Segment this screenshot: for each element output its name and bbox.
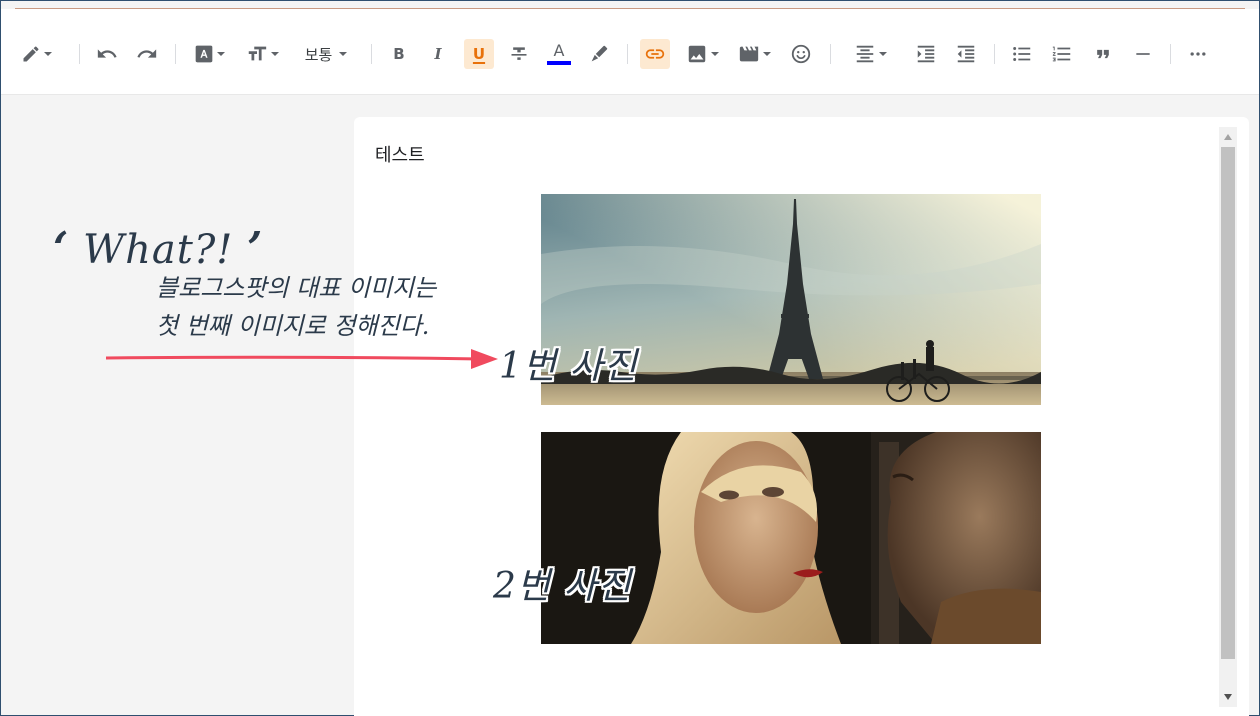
paragraph-style-dropdown[interactable]: 보통 <box>297 41 355 67</box>
post-editor-canvas[interactable]: 테스트 <box>354 117 1249 716</box>
undo-icon <box>96 43 118 65</box>
scroll-up-arrow-icon[interactable] <box>1224 134 1232 140</box>
align-button[interactable] <box>850 41 890 67</box>
toolbar-divider <box>1170 44 1171 64</box>
quote-icon <box>1093 44 1113 64</box>
horizontal-rule-button[interactable] <box>1130 41 1156 67</box>
paragraph-style-value: 보통 <box>304 45 333 64</box>
video-icon <box>738 43 760 65</box>
quote-button[interactable] <box>1090 41 1116 67</box>
bold-icon: B <box>393 45 405 63</box>
align-center-icon <box>854 43 876 65</box>
photo-label-2: 2번 사진 <box>493 566 632 607</box>
toolbar-divider <box>371 44 372 64</box>
strikethrough-button[interactable] <box>506 41 532 67</box>
close-quote-mark: ’ <box>247 223 264 274</box>
chevron-down-icon <box>710 52 719 56</box>
outdent-icon <box>955 43 977 65</box>
annotation-arrow-icon <box>106 349 498 369</box>
scrollbar-thumb[interactable] <box>1221 147 1235 659</box>
indent-button[interactable] <box>913 41 939 67</box>
chevron-down-icon <box>339 52 348 56</box>
outdent-button[interactable] <box>953 41 979 67</box>
post-image-2[interactable] <box>541 432 1041 644</box>
indent-icon <box>915 43 937 65</box>
text-color-icon: A <box>553 41 565 60</box>
link-icon <box>644 43 666 65</box>
more-button[interactable] <box>1185 41 1211 67</box>
redo-icon <box>136 43 158 65</box>
annotation-what-text: What?! <box>83 227 234 273</box>
bold-button[interactable]: B <box>387 41 411 67</box>
pencil-icon <box>21 44 41 64</box>
compose-mode-button[interactable] <box>15 41 57 67</box>
underline-icon: U <box>472 45 486 63</box>
bulleted-list-icon <box>1011 43 1033 65</box>
horizontal-rule-icon <box>1133 44 1153 64</box>
italic-icon: I <box>434 45 442 63</box>
numbered-list-button[interactable] <box>1049 41 1075 67</box>
annotation-note-line2: 첫 번째 이미지로 정해진다. <box>156 312 430 340</box>
annotation-note-line1: 블로그스팟의 대표 이미지는 <box>156 274 437 302</box>
strikethrough-icon <box>509 44 529 64</box>
toolbar-divider <box>175 44 176 64</box>
smiley-icon <box>790 43 812 65</box>
bulleted-list-button[interactable] <box>1009 41 1035 67</box>
font-family-button[interactable] <box>190 41 228 67</box>
toolbar-divider <box>79 44 80 64</box>
open-quote-mark: ‘ <box>53 223 70 274</box>
toolbar-divider <box>830 44 831 64</box>
movie-still-photo <box>541 432 1041 644</box>
insert-image-button[interactable] <box>684 41 720 67</box>
underline-button[interactable]: U <box>464 39 494 69</box>
font-size-button[interactable] <box>243 41 281 67</box>
chevron-down-icon <box>270 52 279 56</box>
chevron-down-icon <box>43 52 52 56</box>
editor-scrollbar[interactable] <box>1219 127 1237 707</box>
link-button[interactable] <box>640 39 670 69</box>
text-size-icon <box>246 43 268 65</box>
editor-toolbar: 보통 B I U A <box>1 9 1259 95</box>
highlighter-icon <box>588 43 610 65</box>
photo-label-1: 1번 사진 <box>499 346 638 387</box>
toolbar-divider <box>627 44 628 64</box>
more-icon <box>1188 44 1208 64</box>
image-icon <box>686 43 708 65</box>
insert-video-button[interactable] <box>736 41 772 67</box>
chevron-down-icon <box>216 52 225 56</box>
highlight-button[interactable] <box>586 41 612 67</box>
chevron-down-icon <box>878 52 887 56</box>
text-color-swatch <box>547 61 571 65</box>
chevron-down-icon <box>762 52 771 56</box>
numbered-list-icon <box>1051 43 1073 65</box>
toolbar-divider <box>994 44 995 64</box>
scroll-down-arrow-icon[interactable] <box>1224 694 1232 700</box>
redo-button[interactable] <box>134 41 160 67</box>
font-a-icon <box>194 44 214 64</box>
undo-button[interactable] <box>94 41 120 67</box>
italic-button[interactable]: I <box>426 41 450 67</box>
post-body-text[interactable]: 테스트 <box>375 141 425 167</box>
annotation-heading: ‘ What?! ’ <box>53 223 263 274</box>
emoji-button[interactable] <box>788 41 814 67</box>
text-color-button[interactable]: A <box>545 41 573 67</box>
